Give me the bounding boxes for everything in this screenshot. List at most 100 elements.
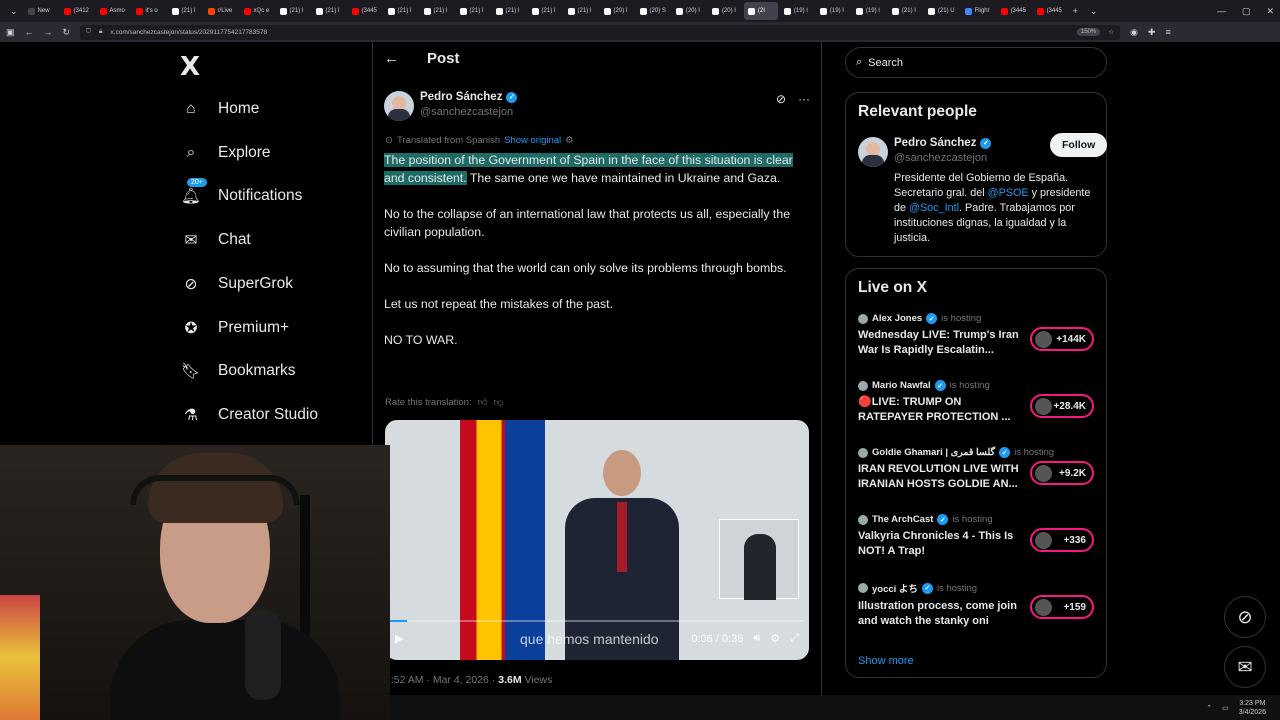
tab-overflow-icon[interactable]: ⌄ [1084, 6, 1104, 17]
tray-icon[interactable]: ⌃ [1206, 704, 1212, 712]
person-name[interactable]: Pedro Sánchez [894, 137, 976, 149]
live-item[interactable]: yocci よち ✓ is hosting Illustration process,… [858, 581, 1096, 629]
volume-icon[interactable]: 🔊︎ [753, 632, 760, 645]
minimize-icon[interactable]: — [1217, 6, 1226, 16]
live-title[interactable]: Wednesday LIVE: Trump's Iran War Is Rapi… [858, 328, 1023, 358]
nav-item-home[interactable]: ⌂ Home [180, 98, 259, 120]
x-logo[interactable]: X [180, 52, 200, 82]
browser-tab[interactable]: xQc e [240, 2, 274, 20]
account-icon[interactable]: ◉ [1130, 27, 1138, 38]
tab-list-icon[interactable]: ⌄ [4, 6, 24, 17]
host-name[interactable]: Mario Nawfal [872, 380, 931, 391]
play-icon[interactable]: ▶ [395, 632, 403, 645]
settings-gear-icon[interactable]: ⚙ [565, 135, 574, 146]
live-title[interactable]: IRAN REVOLUTION LIVE WITH IRANIAN HOSTS … [858, 462, 1023, 492]
author-name[interactable]: Pedro Sánchez [420, 91, 502, 103]
host-name[interactable]: The ArchCast [872, 514, 933, 525]
nav-item-notifications[interactable]: 🔔︎ 20+ Notifications [180, 177, 302, 207]
menu-icon[interactable]: ≡ [1165, 27, 1170, 37]
author-handle[interactable]: @sanchezcastejon [420, 106, 517, 118]
browser-tab[interactable]: New [24, 2, 58, 20]
settings-icon[interactable]: ⚙ [770, 632, 780, 645]
browser-tab[interactable]: (19) I [816, 2, 850, 20]
host-name[interactable]: yocci よち [872, 581, 918, 595]
network-icon[interactable]: ▭ [1222, 704, 1229, 712]
listener-pill[interactable]: +336 [1030, 528, 1094, 552]
person-handle[interactable]: @sanchezcastejon [894, 152, 991, 164]
extensions-icon[interactable]: ✚ [1148, 27, 1156, 38]
more-icon[interactable]: ··· [798, 92, 810, 106]
browser-tab[interactable]: (20) I [672, 2, 706, 20]
nav-item-explore[interactable]: ⌕ Explore [180, 142, 271, 164]
thumbs-up-icon[interactable]: 👍︎ [478, 396, 488, 408]
address-bar[interactable]: ⛉ 🔒︎ x.com/sanchezcastejon/status/202911… [80, 24, 1121, 40]
browser-tab[interactable]: (21) I [492, 2, 526, 20]
host-name[interactable]: Goldie Ghamari | گلسا قمری [872, 447, 995, 458]
close-window-icon[interactable]: ✕ [1266, 6, 1274, 17]
live-title[interactable]: Valkyria Chronicles 4 - This Is NOT! A T… [858, 529, 1023, 559]
search-input[interactable]: ⌕ Search [845, 47, 1107, 78]
browser-tab[interactable]: it's o [132, 2, 166, 20]
sidebar-toggle-icon[interactable]: ▣ [6, 27, 15, 38]
reload-icon[interactable]: ↻ [63, 27, 71, 38]
live-item[interactable]: The ArchCast ✓ is hosting Valkyria Chronicl… [858, 514, 1096, 559]
nav-item-premium-[interactable]: ✪ Premium+ [180, 317, 290, 339]
browser-tab[interactable]: (21) I [528, 2, 562, 20]
live-title[interactable]: 🔴LIVE: TRUMP ON RATEPAYER PROTECTION ... [858, 395, 1023, 425]
nav-item-bookmarks[interactable]: 🔖︎ Bookmarks [180, 360, 295, 382]
browser-tab[interactable]: (21) I [564, 2, 598, 20]
browser-tab[interactable]: (3445 [1033, 2, 1067, 20]
listener-pill[interactable]: +159 [1030, 595, 1094, 619]
browser-tab[interactable]: (19) I [852, 2, 886, 20]
browser-tab[interactable]: (21) I [384, 2, 418, 20]
video-player[interactable]: que hemos mantenido ▶ 0:06 / 0:36 🔊︎ ⚙ ⤢ [385, 420, 809, 660]
live-item[interactable]: Goldie Ghamari | گلسا قمری ✓ is hosting IRA… [858, 447, 1096, 492]
browser-tab[interactable]: (2I [743, 2, 778, 20]
avatar[interactable] [384, 91, 414, 121]
new-tab-icon[interactable]: + [1067, 6, 1084, 16]
browser-tab[interactable]: (3445 [997, 2, 1031, 20]
browser-tab[interactable]: Flight [961, 2, 995, 20]
browser-tab[interactable]: (21) I [276, 2, 310, 20]
browser-tab[interactable]: (21) I [312, 2, 346, 20]
live-item[interactable]: Mario Nawfal ✓ is hosting 🔴LIVE: TRUMP ON R… [858, 380, 1096, 425]
browser-tab[interactable]: (20) I [708, 2, 742, 20]
browser-tab[interactable]: (21) I [420, 2, 454, 20]
show-more-link[interactable]: Show more [858, 655, 914, 667]
grok-fab-icon[interactable]: ⊘ [1224, 596, 1266, 638]
video-progress-bar[interactable] [390, 620, 804, 622]
mention-soc-intl[interactable]: @Soc_Intl [909, 202, 959, 214]
listener-pill[interactable]: +144K [1030, 327, 1094, 351]
browser-tab[interactable]: (3412 [60, 2, 94, 20]
nav-item-supergrok[interactable]: ⊘ SuperGrok [180, 273, 293, 295]
post-author[interactable]: Pedro Sánchez ✓ @sanchezcastejon [384, 91, 518, 121]
zoom-level[interactable]: 150% [1076, 28, 1101, 36]
messages-fab-icon[interactable]: ✉ [1224, 646, 1266, 688]
listener-pill[interactable]: +28.4K [1030, 394, 1094, 418]
follow-button[interactable]: Follow [1050, 133, 1108, 157]
back-icon[interactable]: ← [25, 27, 34, 37]
browser-tab[interactable]: (20) I [600, 2, 634, 20]
browser-tab[interactable]: (21) I [456, 2, 490, 20]
grok-icon[interactable]: ⊘ [776, 92, 786, 106]
browser-tab[interactable]: r/Live [204, 2, 238, 20]
browser-tab[interactable]: (19) I [780, 2, 814, 20]
listener-pill[interactable]: +9.2K [1030, 461, 1094, 485]
nav-item-chat[interactable]: ✉ Chat [180, 229, 251, 251]
bookmark-star-icon[interactable]: ☆ [1108, 28, 1114, 36]
post-timestamp[interactable]: 2:52 AM · Mar 4, 2026 · [385, 674, 495, 686]
forward-icon[interactable]: → [44, 27, 53, 37]
host-name[interactable]: Alex Jones [872, 313, 922, 324]
browser-tab[interactable]: (3445 [348, 2, 382, 20]
live-item[interactable]: Alex Jones ✓ is hosting Wednesday LIVE: Tru… [858, 313, 1096, 358]
nav-item-creator-studio[interactable]: ⚗ Creator Studio [180, 404, 318, 426]
browser-tab[interactable]: (21) I [168, 2, 202, 20]
live-title[interactable]: Illustration process, come join and watc… [858, 599, 1023, 629]
clock[interactable]: 3:23 PM 3/4/2026 [1239, 699, 1266, 717]
mention-psoe[interactable]: @PSOE [988, 187, 1029, 199]
avatar[interactable] [858, 137, 888, 167]
browser-tab[interactable]: (21) I [888, 2, 922, 20]
back-arrow-icon[interactable]: ← [384, 50, 399, 67]
show-original-link[interactable]: Show original [504, 135, 561, 146]
browser-tab[interactable]: Asmo [96, 2, 130, 20]
